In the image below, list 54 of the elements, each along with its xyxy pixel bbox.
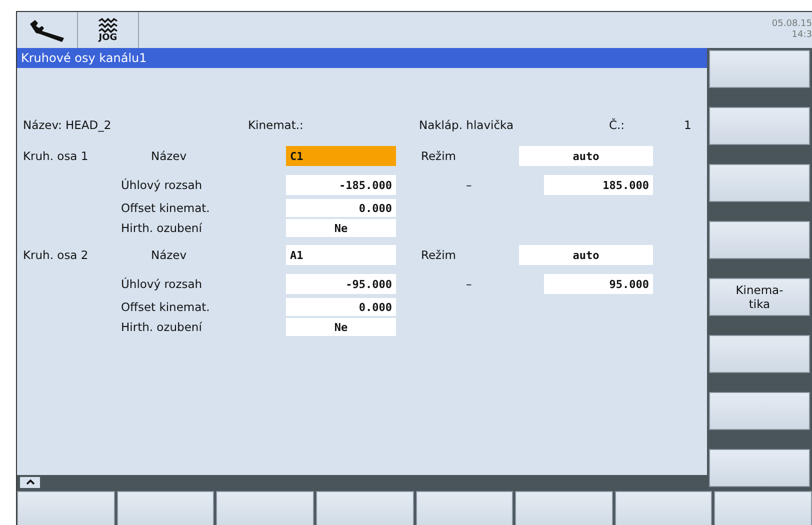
- time-text: 14:3: [792, 30, 812, 41]
- field-label: Hirth. ozubení: [121, 221, 203, 235]
- kinematics-name: Název: HEAD_2: [23, 118, 112, 132]
- input-field[interactable]: Ne: [286, 219, 396, 237]
- softkey[interactable]: [116, 491, 214, 525]
- wrench-icon: [27, 17, 67, 43]
- softkey[interactable]: [515, 491, 613, 525]
- field-label: Offset kinemat.: [121, 201, 211, 215]
- input-field[interactable]: 0.000: [286, 298, 396, 316]
- input-field[interactable]: 95.000: [544, 274, 653, 294]
- axis-label: Kruh. osa 1: [23, 149, 90, 163]
- input-field[interactable]: auto: [519, 146, 653, 166]
- input-field[interactable]: -95.000: [286, 274, 396, 294]
- field-label: Offset kinemat.: [121, 300, 211, 314]
- range-separator: –: [466, 277, 473, 291]
- softkey[interactable]: Kinema- tika: [709, 278, 810, 316]
- input-field[interactable]: auto: [519, 245, 653, 265]
- input-field[interactable]: Ne: [286, 318, 396, 336]
- softkey[interactable]: [709, 50, 810, 88]
- field-label: Režim: [421, 149, 457, 163]
- axis-label: Kruh. osa 2: [23, 248, 90, 262]
- softkey[interactable]: [709, 392, 810, 430]
- field-label: Úhlový rozsah: [121, 178, 204, 192]
- field-label: Č.:: [609, 118, 626, 132]
- window-title: Kruhové osy kanálu1: [17, 48, 707, 68]
- softkey[interactable]: [614, 491, 712, 525]
- field-label: Hirth. ozubení: [121, 320, 203, 334]
- softkey[interactable]: [714, 491, 812, 525]
- softkey[interactable]: [709, 107, 810, 145]
- input-field[interactable]: -185.000: [286, 175, 396, 195]
- kinematics-number: 1: [684, 118, 692, 132]
- wave-icon: [97, 18, 119, 34]
- kinematics-type: Nakláp. hlavička: [419, 118, 515, 132]
- caret-icon: [26, 479, 34, 485]
- field-label: Název: [151, 149, 188, 163]
- input-field[interactable]: 0.000: [286, 199, 396, 217]
- range-separator: –: [466, 178, 473, 192]
- softkey[interactable]: [709, 335, 810, 373]
- date-text: 05.08.15: [772, 19, 812, 30]
- softkey[interactable]: [316, 491, 414, 525]
- softkey[interactable]: [709, 164, 810, 202]
- softkey[interactable]: [709, 449, 810, 487]
- field-label: Úhlový rozsah: [121, 277, 204, 291]
- softkey[interactable]: [416, 491, 514, 525]
- input-field[interactable]: C1: [286, 146, 396, 166]
- input-field[interactable]: A1: [286, 245, 396, 265]
- mode-label: JOG: [98, 34, 118, 42]
- expand-button[interactable]: [20, 476, 40, 488]
- softkey[interactable]: [216, 491, 314, 525]
- softkey[interactable]: [709, 221, 810, 259]
- field-label: Režim: [421, 248, 457, 262]
- input-field[interactable]: 185.000: [544, 175, 653, 195]
- field-label: Kinemat.:: [248, 118, 304, 132]
- field-label: Název: [151, 248, 188, 262]
